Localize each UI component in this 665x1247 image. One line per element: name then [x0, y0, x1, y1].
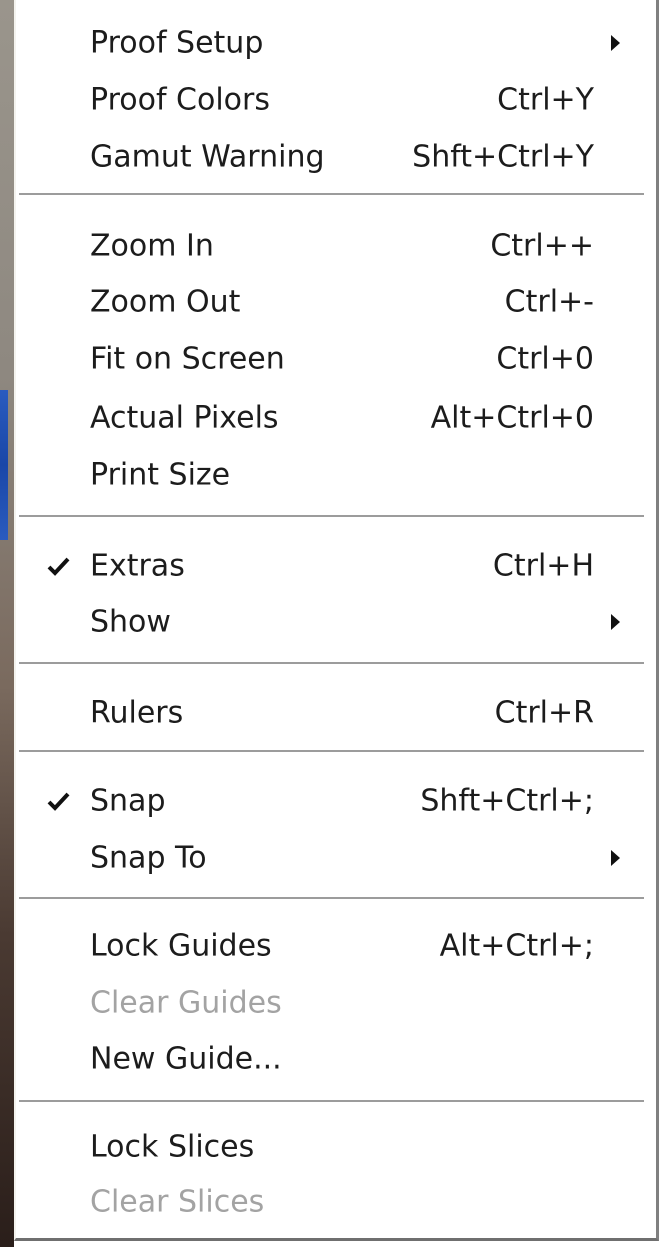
menu-separator [19, 193, 644, 196]
background-window-accent [0, 390, 8, 540]
menu-item-label: Clear Slices [90, 1184, 265, 1220]
check-icon [47, 792, 70, 811]
background-window-edge [0, 0, 14, 1247]
menu-item-label: Clear Guides [90, 985, 282, 1021]
menu-item-fit-on-screen[interactable]: Fit on Screen Ctrl+0 [16, 330, 644, 388]
menu-item-shortcut: Shft+Ctrl+Y [412, 139, 594, 175]
menu-item-print-size[interactable]: Print Size [16, 446, 644, 504]
submenu-arrow-icon [611, 850, 620, 866]
submenu-arrow-icon [611, 35, 620, 51]
menu-item-label: Show [90, 604, 171, 640]
menu-item-proof-setup[interactable]: Proof Setup [16, 14, 644, 72]
menu-item-label: Zoom In [90, 228, 214, 264]
menu-item-snap-to[interactable]: Snap To [16, 829, 644, 887]
menu-item-label: Print Size [90, 457, 231, 493]
menu-item-label: Lock Slices [90, 1129, 255, 1165]
menu-item-snap[interactable]: Snap Shft+Ctrl+; [16, 772, 644, 830]
menu-item-shortcut: Ctrl+- [504, 284, 594, 320]
menu-item-label: New Guide... [90, 1041, 282, 1077]
menu-item-label: Proof Setup [90, 25, 264, 61]
menu-separator [19, 1100, 644, 1103]
view-menu: Proof Setup Proof Colors Ctrl+Y Gamut Wa… [14, 0, 659, 1241]
menu-item-label: Snap To [90, 840, 207, 876]
menu-item-extras[interactable]: Extras Ctrl+H [16, 537, 644, 595]
menu-separator [19, 662, 644, 665]
menu-item-shortcut: Ctrl+H [492, 548, 594, 584]
menu-item-rulers[interactable]: Rulers Ctrl+R [16, 684, 644, 742]
menu-item-label: Gamut Warning [90, 139, 325, 175]
menu-item-zoom-out[interactable]: Zoom Out Ctrl+- [16, 273, 644, 331]
menu-item-label: Snap [90, 783, 166, 819]
menu-item-actual-pixels[interactable]: Actual Pixels Alt+Ctrl+0 [16, 389, 644, 447]
menu-item-clear-slices: Clear Slices [16, 1173, 644, 1231]
menu-item-label: Zoom Out [90, 284, 241, 320]
menu-item-label: Proof Colors [90, 82, 270, 118]
menu-item-label: Fit on Screen [90, 341, 285, 377]
menu-item-proof-colors[interactable]: Proof Colors Ctrl+Y [16, 71, 644, 129]
menu-item-gamut-warning[interactable]: Gamut Warning Shft+Ctrl+Y [16, 128, 644, 186]
menu-item-shortcut: Alt+Ctrl+; [439, 928, 594, 964]
menu-separator [19, 515, 644, 518]
menu-item-label: Rulers [90, 695, 184, 731]
check-icon [47, 557, 70, 576]
menu-item-label: Lock Guides [90, 928, 272, 964]
menu-item-lock-slices[interactable]: Lock Slices [16, 1118, 644, 1176]
menu-item-shortcut: Ctrl+R [494, 695, 594, 731]
menu-item-shortcut: Ctrl+0 [496, 341, 594, 377]
menu-item-shortcut: Shft+Ctrl+; [420, 783, 594, 819]
menu-item-zoom-in[interactable]: Zoom In Ctrl++ [16, 217, 644, 275]
menu-item-label: Extras [90, 548, 185, 584]
menu-separator [19, 750, 644, 753]
menu-item-label: Actual Pixels [90, 400, 279, 436]
menu-item-new-guide[interactable]: New Guide... [16, 1030, 644, 1088]
submenu-arrow-icon [611, 614, 620, 630]
menu-item-shortcut: Alt+Ctrl+0 [430, 400, 594, 436]
menu-item-clear-guides: Clear Guides [16, 974, 644, 1032]
menu-separator [19, 897, 644, 900]
menu-item-shortcut: Ctrl++ [490, 228, 594, 264]
menu-item-lock-guides[interactable]: Lock Guides Alt+Ctrl+; [16, 917, 644, 975]
menu-item-show[interactable]: Show [16, 593, 644, 651]
menu-item-shortcut: Ctrl+Y [497, 82, 594, 118]
